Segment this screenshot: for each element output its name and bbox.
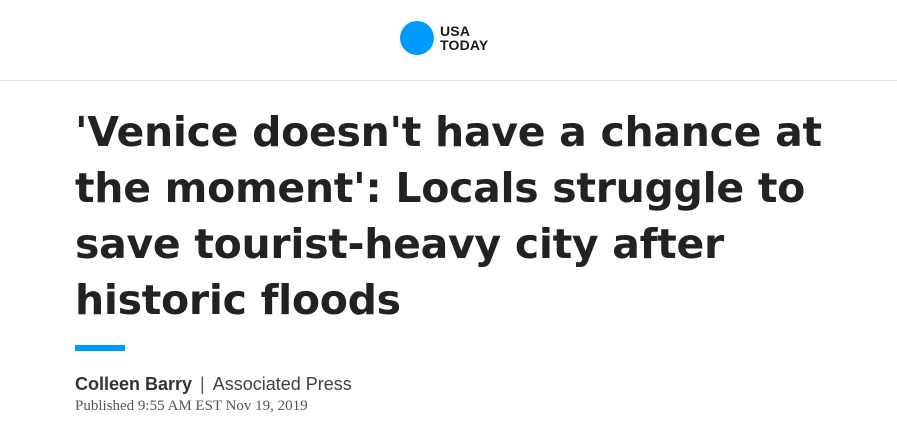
author-name[interactable]: Colleen Barry [75, 374, 192, 394]
byline-separator: | [200, 374, 205, 394]
logo-wordmark: USA TODAY [440, 24, 488, 52]
masthead: USA TODAY [0, 0, 897, 81]
logo-wordmark-line2: TODAY [440, 37, 489, 53]
usa-today-dot-icon [400, 21, 434, 55]
byline: Colleen Barry | Associated Press [75, 374, 352, 394]
byline-source: Associated Press [212, 374, 352, 394]
logo-wordmark-line1: USA [440, 23, 471, 39]
headline-accent-rule [75, 345, 125, 351]
published-timestamp: Published 9:55 AM EST Nov 19, 2019 [75, 398, 308, 414]
article-headline: 'Venice doesn't have a chance at the mom… [75, 108, 822, 324]
usa-today-logo-link[interactable]: USA TODAY [400, 21, 488, 55]
article-header: 'Venice doesn't have a chance at the mom… [75, 104, 855, 328]
